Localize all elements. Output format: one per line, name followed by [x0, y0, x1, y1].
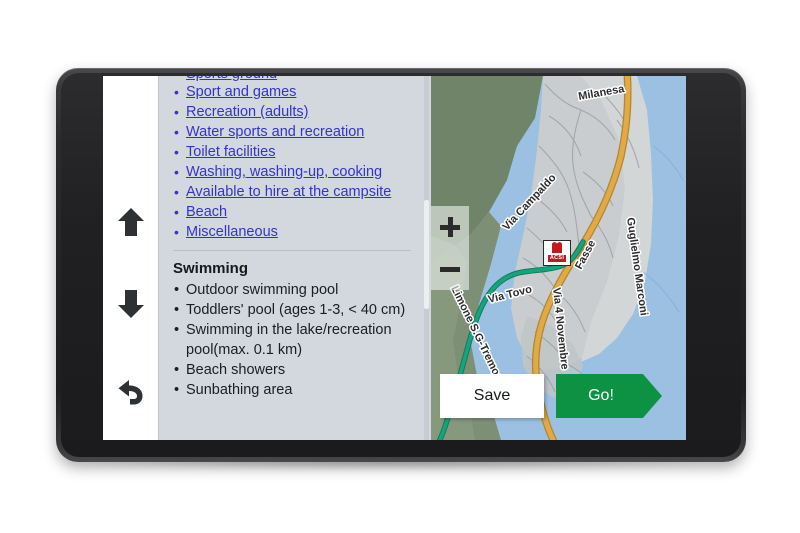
list-item[interactable]: Washing, washing-up, cooking [173, 163, 413, 181]
list-item: Toddlers' pool (ages 1-3, < 40 cm) [173, 300, 413, 320]
campsite-marker[interactable]: ACSI [543, 240, 571, 266]
link-sport-and-games[interactable]: Sport and games [186, 84, 296, 100]
device-screen: Sports ground Sport and games Recreation… [103, 76, 686, 440]
list-item[interactable]: Water sports and recreation [173, 123, 413, 141]
back-button[interactable] [103, 364, 158, 420]
details-scroll-area[interactable]: Sports ground Sport and games Recreation… [159, 76, 423, 400]
scroll-down-button[interactable] [103, 276, 158, 332]
back-arrow-icon [116, 377, 146, 407]
category-link-list: Sport and games Recreation (adults) Wate… [173, 83, 413, 241]
list-item[interactable]: Available to hire at the campsite [173, 183, 413, 201]
list-item: Swimming in the lake/recreation pool(max… [173, 320, 413, 360]
map-zoom-controls [431, 206, 469, 290]
swimming-facilities-list: Outdoor swimming pool Toddlers' pool (ag… [173, 280, 413, 400]
list-item: Sunbathing area [173, 380, 413, 400]
tent-icon [552, 242, 562, 253]
scrollbar-thumb[interactable] [424, 199, 429, 309]
link-beach[interactable]: Beach [186, 204, 227, 220]
link-water-sports-and-recreation[interactable]: Water sports and recreation [186, 124, 364, 140]
list-item[interactable]: Toilet facilities [173, 143, 413, 161]
section-divider [173, 250, 411, 251]
section-title-swimming: Swimming [173, 260, 249, 277]
campsite-details-panel: Sports ground Sport and games Recreation… [159, 76, 431, 440]
zoom-in-button[interactable] [431, 206, 469, 248]
minus-icon [440, 259, 460, 279]
save-button[interactable]: Save [440, 374, 544, 418]
link-clipped-top[interactable]: Sports ground [186, 76, 413, 83]
map-view[interactable]: Milanesa Via Campaldo Guglielmo Marconi … [431, 76, 686, 440]
link-miscellaneous[interactable]: Miscellaneous [186, 224, 278, 240]
zoom-out-button[interactable] [431, 248, 469, 290]
go-button[interactable]: Go! [556, 374, 662, 418]
clipped-link-row[interactable]: Sports ground [173, 76, 413, 83]
list-item: Outdoor swimming pool [173, 280, 413, 300]
link-recreation-adults[interactable]: Recreation (adults) [186, 104, 309, 120]
link-available-to-hire[interactable]: Available to hire at the campsite [186, 184, 391, 200]
navigation-rail [103, 76, 159, 440]
plus-icon [440, 217, 460, 237]
list-item: Beach showers [173, 360, 413, 380]
map-action-bar: Save Go! [440, 374, 662, 418]
screenshot-root: GARMIN [0, 0, 800, 533]
link-toilet-facilities[interactable]: Toilet facilities [186, 144, 275, 160]
list-item[interactable]: Beach [173, 203, 413, 221]
details-scrollbar[interactable] [424, 76, 429, 440]
list-item[interactable]: Miscellaneous [173, 223, 413, 241]
arrow-up-icon [116, 206, 146, 238]
acsi-badge: ACSI [546, 254, 568, 263]
list-item[interactable]: Recreation (adults) [173, 103, 413, 121]
list-item[interactable]: Sport and games [173, 83, 413, 101]
link-washing-cooking[interactable]: Washing, washing-up, cooking [186, 164, 382, 180]
scroll-up-button[interactable] [103, 194, 158, 250]
arrow-down-icon [116, 288, 146, 320]
